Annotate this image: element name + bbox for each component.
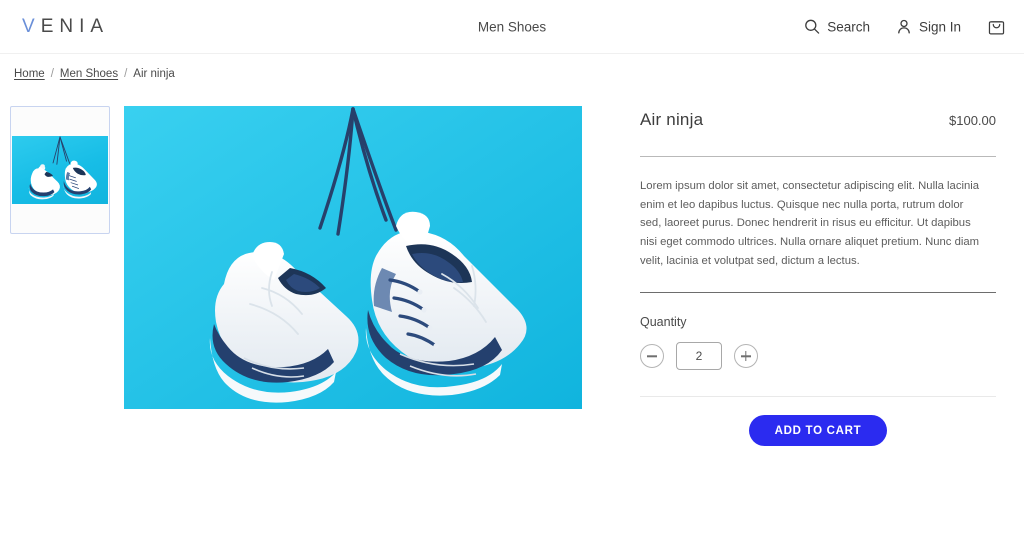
brand-logo[interactable]: VENIA [22,16,109,38]
sneakers-illustration-main [124,106,582,409]
quantity-label: Quantity [640,315,687,330]
brand-logo-accent-letter: V [22,15,41,37]
cart-button[interactable] [987,17,1006,36]
header-actions: Search Sign In [804,17,1006,36]
search-button[interactable]: Search [804,19,870,35]
gallery-thumbnail-image [12,136,108,204]
breadcrumb: Home / Men Shoes / Air ninja [0,54,1024,80]
sign-in-button-label: Sign In [918,19,961,34]
gallery-main-image-container [114,106,582,446]
brand-logo-rest: ENIA [40,15,110,37]
add-to-cart-row: ADD TO CART [640,415,996,447]
product-price: $100.00 [949,113,996,128]
breadcrumb-separator: / [50,68,54,80]
product-info-panel: Air ninja $100.00 Lorem ipsum dolor sit … [582,106,1024,447]
person-icon [896,19,912,35]
gallery-thumbnail-list [0,106,114,446]
divider-below-title [640,156,996,157]
quantity-stepper [640,342,996,371]
breadcrumb-current-page: Air ninja [133,68,175,80]
breadcrumb-link-home[interactable]: Home [14,68,45,80]
sneakers-illustration-thumb [12,136,108,204]
search-button-label: Search [827,19,870,34]
divider-below-description [640,292,996,294]
divider-above-cta [640,396,996,398]
product-description: Lorem ipsum dolor sit amet, consectetur … [640,180,980,267]
breadcrumb-separator-2: / [124,68,128,80]
gallery-main-image[interactable] [124,106,582,409]
product-title-row: Air ninja $100.00 [640,106,996,130]
search-icon [804,19,820,35]
minus-circle-icon[interactable] [640,344,664,369]
add-to-cart-button[interactable]: ADD TO CART [748,415,888,447]
product-title: Air ninja [640,110,704,129]
site-header: VENIA Men Shoes Search Sign In [0,0,1024,54]
plus-circle-icon[interactable] [734,344,758,369]
quantity-input[interactable] [676,342,722,371]
nav-category-men-shoes[interactable]: Men Shoes [478,19,546,34]
sign-in-button[interactable]: Sign In [896,19,961,35]
product-detail: Air ninja $100.00 Lorem ipsum dolor sit … [0,80,1024,447]
gallery-thumbnail-1[interactable] [10,106,110,234]
breadcrumb-link-men-shoes[interactable]: Men Shoes [60,68,118,80]
shopping-bag-icon [987,17,1006,36]
